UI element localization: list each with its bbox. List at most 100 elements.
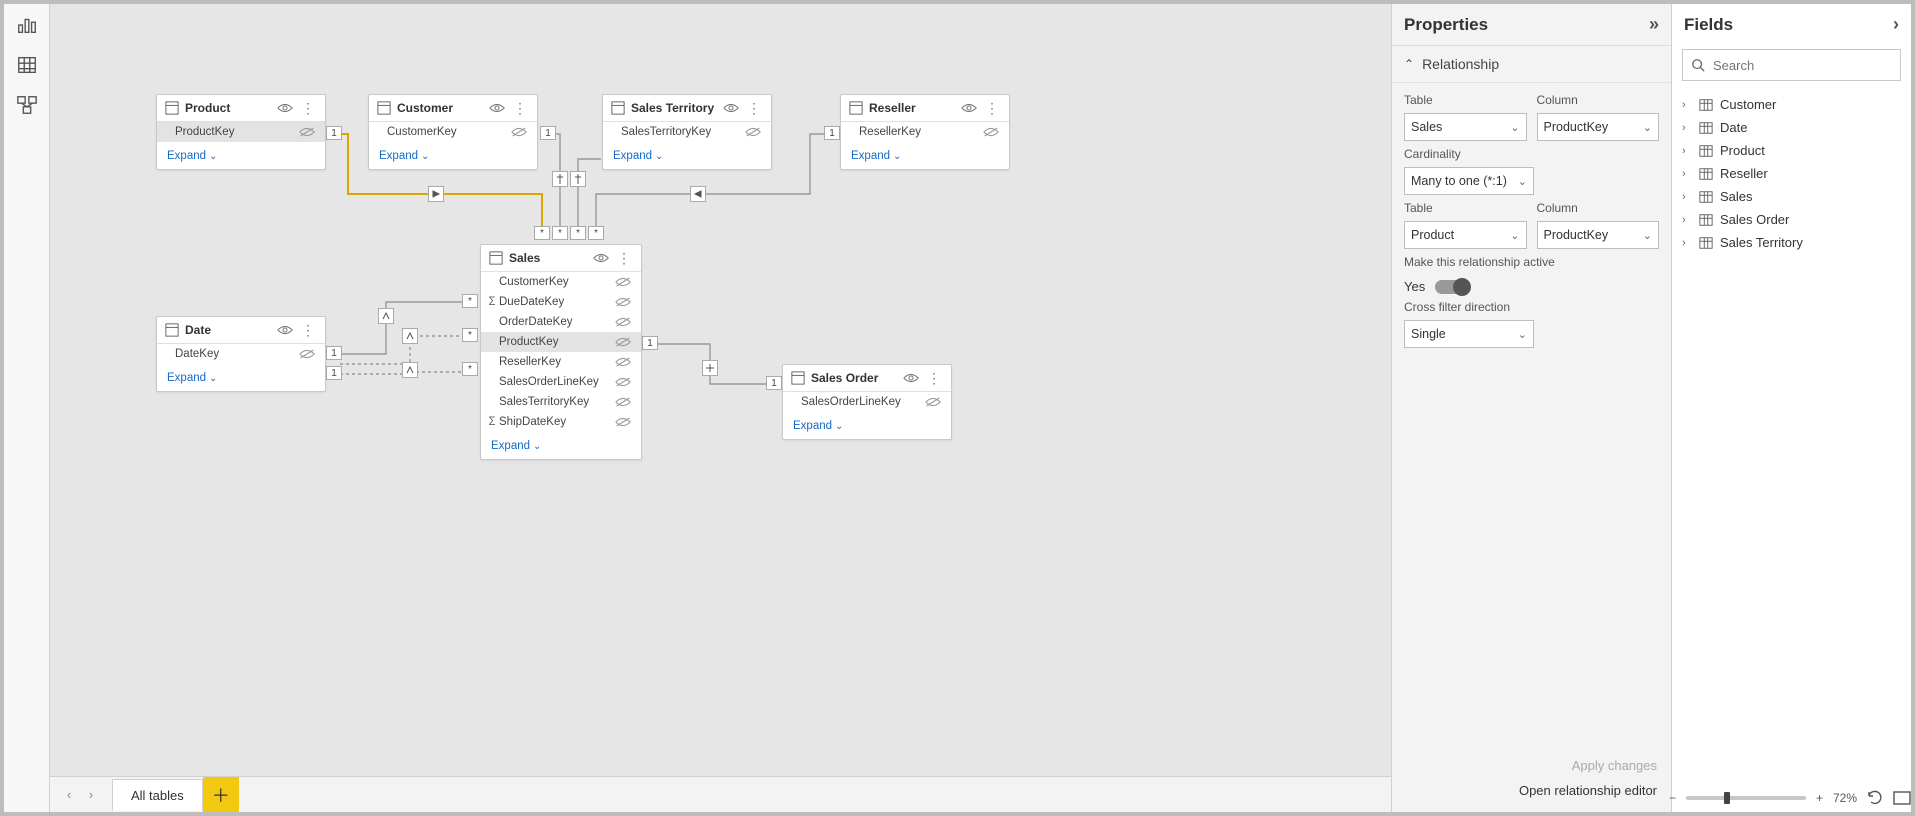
tab-next-icon[interactable]: › bbox=[80, 787, 102, 802]
expand-link[interactable]: Expand⌄ bbox=[167, 372, 217, 384]
field-table-product[interactable]: ›Product bbox=[1678, 139, 1905, 162]
expand-link[interactable]: Expand⌄ bbox=[167, 150, 217, 162]
field-row[interactable]: ΣShipDateKey bbox=[481, 412, 641, 432]
zoom-out-icon[interactable]: − bbox=[1669, 791, 1676, 805]
field-row[interactable]: ΣDueDateKey bbox=[481, 292, 641, 312]
table-icon bbox=[1698, 236, 1714, 250]
field-row[interactable]: ResellerKey bbox=[841, 122, 1009, 142]
zoom-slider[interactable] bbox=[1686, 796, 1806, 800]
table-menu-icon[interactable]: ⋮ bbox=[299, 101, 317, 115]
fit-to-page-icon[interactable] bbox=[1867, 790, 1883, 806]
hide-icon[interactable] bbox=[299, 126, 315, 138]
expand-icon[interactable]: › bbox=[1893, 14, 1899, 35]
label-table: Table bbox=[1404, 201, 1527, 215]
tab-all-tables[interactable]: All tables bbox=[112, 779, 203, 811]
visibility-icon[interactable] bbox=[593, 251, 609, 265]
table-menu-icon[interactable]: ⋮ bbox=[615, 251, 633, 265]
hide-icon[interactable] bbox=[615, 356, 631, 368]
field-table-sales[interactable]: ›Sales bbox=[1678, 185, 1905, 208]
hide-icon[interactable] bbox=[615, 296, 631, 308]
field-table-customer[interactable]: ›Customer bbox=[1678, 93, 1905, 116]
fields-search[interactable] bbox=[1682, 49, 1901, 81]
field-row[interactable]: CustomerKey bbox=[481, 272, 641, 292]
field-row[interactable]: OrderDateKey bbox=[481, 312, 641, 332]
expand-link[interactable]: Expand⌄ bbox=[613, 150, 663, 162]
select-column-1[interactable]: ProductKey⌄ bbox=[1537, 113, 1660, 141]
hide-icon[interactable] bbox=[745, 126, 761, 138]
field-row[interactable]: SalesTerritoryKey bbox=[603, 122, 771, 142]
hide-icon[interactable] bbox=[615, 396, 631, 408]
model-canvas[interactable]: 1 * 1 * * 1 1 * 1 * 1 * * 1 1 bbox=[50, 4, 1391, 776]
expand-link[interactable]: Expand⌄ bbox=[793, 420, 843, 432]
table-sales-territory[interactable]: Sales Territory ⋮ SalesTerritoryKey Expa… bbox=[602, 94, 772, 170]
table-sales[interactable]: Sales ⋮ CustomerKey ΣDueDateKey OrderDat… bbox=[480, 244, 642, 460]
visibility-icon[interactable] bbox=[277, 323, 293, 337]
table-menu-icon[interactable]: ⋮ bbox=[511, 101, 529, 115]
collapse-icon[interactable]: » bbox=[1649, 14, 1659, 35]
model-view-icon[interactable] bbox=[16, 94, 38, 116]
open-relationship-editor-link[interactable]: Open relationship editor bbox=[1406, 783, 1657, 798]
table-icon bbox=[791, 371, 805, 385]
table-date[interactable]: Date ⋮ DateKey Expand⌄ bbox=[156, 316, 326, 392]
select-table-2[interactable]: Product⌄ bbox=[1404, 221, 1527, 249]
select-table-1[interactable]: Sales⌄ bbox=[1404, 113, 1527, 141]
rel-end-one: 1 bbox=[642, 336, 658, 350]
table-customer[interactable]: Customer ⋮ CustomerKey Expand⌄ bbox=[368, 94, 538, 170]
select-cross-filter[interactable]: Single⌄ bbox=[1404, 320, 1534, 348]
hide-icon[interactable] bbox=[615, 376, 631, 388]
data-view-icon[interactable] bbox=[16, 54, 38, 76]
fields-panel: Fields › ›Customer›Date›Product›Reseller… bbox=[1671, 4, 1911, 812]
expand-link[interactable]: Expand⌄ bbox=[379, 150, 429, 162]
table-menu-icon[interactable]: ⋮ bbox=[983, 101, 1001, 115]
expand-link[interactable]: Expand⌄ bbox=[851, 150, 901, 162]
field-table-date[interactable]: ›Date bbox=[1678, 116, 1905, 139]
field-row[interactable]: ResellerKey bbox=[481, 352, 641, 372]
properties-title: Properties bbox=[1404, 15, 1488, 35]
table-menu-icon[interactable]: ⋮ bbox=[299, 323, 317, 337]
table-icon bbox=[1698, 167, 1714, 181]
hide-icon[interactable] bbox=[925, 396, 941, 408]
field-table-label: Sales Territory bbox=[1720, 235, 1803, 250]
visibility-icon[interactable] bbox=[903, 371, 919, 385]
add-tab-button[interactable]: ＋ bbox=[203, 777, 239, 812]
hide-icon[interactable] bbox=[615, 276, 631, 288]
hide-icon[interactable] bbox=[983, 126, 999, 138]
hide-icon[interactable] bbox=[615, 416, 631, 428]
active-toggle[interactable] bbox=[1435, 280, 1469, 294]
section-relationship[interactable]: ⌃ Relationship bbox=[1392, 46, 1671, 83]
search-input[interactable] bbox=[1711, 57, 1892, 74]
report-view-icon[interactable] bbox=[16, 14, 38, 36]
table-product[interactable]: Product ⋮ ProductKey Expand⌄ bbox=[156, 94, 326, 170]
visibility-icon[interactable] bbox=[277, 101, 293, 115]
hide-icon[interactable] bbox=[615, 316, 631, 328]
field-row[interactable]: DateKey bbox=[157, 344, 325, 364]
field-table-sales-territory[interactable]: ›Sales Territory bbox=[1678, 231, 1905, 254]
field-row[interactable]: SalesOrderLineKey bbox=[783, 392, 951, 412]
table-reseller[interactable]: Reseller ⋮ ResellerKey Expand⌄ bbox=[840, 94, 1010, 170]
visibility-icon[interactable] bbox=[961, 101, 977, 115]
table-menu-icon[interactable]: ⋮ bbox=[925, 371, 943, 385]
field-row[interactable]: SalesOrderLineKey bbox=[481, 372, 641, 392]
rel-direction-icon bbox=[570, 171, 586, 187]
table-icon bbox=[1698, 98, 1714, 112]
hide-icon[interactable] bbox=[615, 336, 631, 348]
field-row[interactable]: ProductKey bbox=[157, 122, 325, 142]
fullscreen-icon[interactable] bbox=[1893, 791, 1911, 805]
visibility-icon[interactable] bbox=[723, 101, 739, 115]
field-row[interactable]: ProductKey bbox=[481, 332, 641, 352]
expand-link[interactable]: Expand⌄ bbox=[491, 440, 541, 452]
select-cardinality[interactable]: Many to one (*:1)⌄ bbox=[1404, 167, 1534, 195]
select-column-2[interactable]: ProductKey⌄ bbox=[1537, 221, 1660, 249]
hide-icon[interactable] bbox=[299, 348, 315, 360]
rel-direction-icon bbox=[402, 362, 418, 378]
hide-icon[interactable] bbox=[511, 126, 527, 138]
field-row[interactable]: SalesTerritoryKey bbox=[481, 392, 641, 412]
field-table-reseller[interactable]: ›Reseller bbox=[1678, 162, 1905, 185]
table-menu-icon[interactable]: ⋮ bbox=[745, 101, 763, 115]
field-table-sales-order[interactable]: ›Sales Order bbox=[1678, 208, 1905, 231]
table-sales-order[interactable]: Sales Order ⋮ SalesOrderLineKey Expand⌄ bbox=[782, 364, 952, 440]
tab-prev-icon[interactable]: ‹ bbox=[58, 787, 80, 802]
field-row[interactable]: CustomerKey bbox=[369, 122, 537, 142]
visibility-icon[interactable] bbox=[489, 101, 505, 115]
zoom-in-icon[interactable]: + bbox=[1816, 791, 1823, 805]
